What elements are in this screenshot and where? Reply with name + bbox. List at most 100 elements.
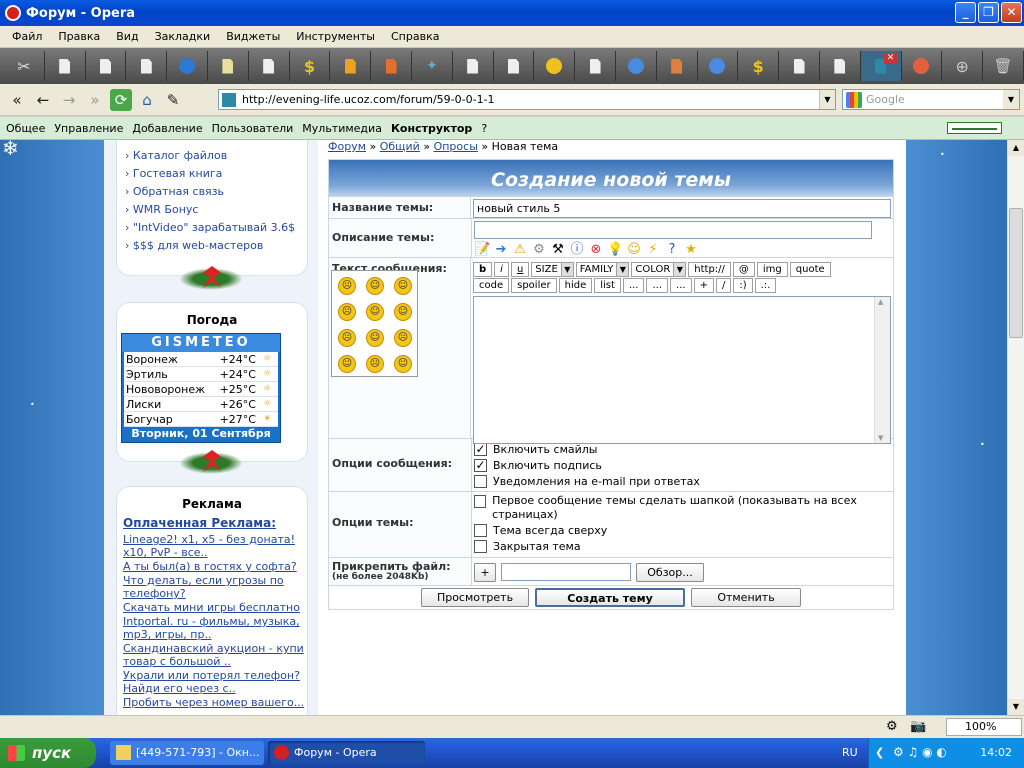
ucoz-menu-add[interactable]: Добавление	[132, 122, 202, 135]
tab[interactable]	[45, 51, 86, 81]
tab[interactable]	[453, 51, 494, 81]
browse-button[interactable]: Обзор...	[636, 562, 704, 582]
sidebar-link[interactable]: WMR Бонус	[125, 201, 307, 219]
close-button[interactable]: ✕	[1001, 2, 1022, 23]
tab[interactable]: $	[290, 51, 331, 81]
close-tab-icon[interactable]: ✕	[883, 53, 898, 64]
tab[interactable]	[575, 51, 616, 81]
taskbar-item[interactable]: [449-571-793] - Окн...	[110, 741, 264, 765]
menu-file[interactable]: Файл	[4, 30, 50, 43]
sidebar-link[interactable]: Обратная связь	[125, 183, 307, 201]
textarea-scrollbar[interactable]	[874, 297, 890, 443]
checkbox-checked[interactable]: ✓	[474, 458, 487, 472]
checkbox-checked[interactable]: ✓	[474, 442, 487, 456]
lifebuoy-icon[interactable]: ⊗	[588, 242, 604, 258]
ad-link[interactable]: Что делать, если угрозы по телефону?	[123, 574, 307, 600]
warning-icon[interactable]: ⚠	[512, 242, 528, 258]
ads-header[interactable]: Оплаченная Реклама:	[123, 517, 307, 530]
menu-help[interactable]: Справка	[383, 30, 447, 43]
tab[interactable]	[657, 51, 698, 81]
ad-link[interactable]: Пробить через номер вашего...	[123, 696, 307, 709]
smiley-surprised-icon[interactable]: ☹	[394, 329, 412, 347]
tab[interactable]	[698, 51, 739, 81]
ad-link[interactable]: Украли или потерял телефон? Найди его че…	[123, 669, 307, 695]
bold-button[interactable]: b	[473, 262, 493, 277]
hammer-icon[interactable]: ⚒	[550, 242, 566, 258]
address-bar[interactable]: http://evening-life.ucoz.com/forum/59-0-…	[218, 89, 836, 110]
more-button[interactable]: ...	[646, 278, 669, 293]
family-select[interactable]: FAMILY ▼	[575, 262, 630, 277]
close-tags-button[interactable]: /	[715, 278, 732, 293]
scroll-down-icon[interactable]: ▼	[1008, 699, 1024, 715]
menu-widgets[interactable]: Виджеты	[218, 30, 288, 43]
pin-first-post-option[interactable]: Первое сообщение темы сделать шапкой (по…	[474, 494, 891, 522]
smiley-dizzy-icon[interactable]: ☹	[366, 355, 384, 373]
breadcrumb-polls[interactable]: Опросы	[434, 140, 478, 153]
search-box[interactable]: Google ▼	[842, 89, 1020, 110]
sidebar-link[interactable]: $$$ для web-мастеров	[125, 237, 307, 255]
rewind-button[interactable]: «	[6, 89, 28, 111]
tab[interactable]	[86, 51, 127, 81]
scroll-up-icon[interactable]: ▲	[1008, 140, 1024, 156]
more-button[interactable]: ...	[670, 278, 692, 293]
list-item-button[interactable]: +	[693, 278, 714, 293]
breadcrumb-forum[interactable]: Форум	[328, 140, 366, 153]
cancel-button[interactable]: Отменить	[691, 588, 801, 607]
message-textarea[interactable]	[473, 296, 891, 444]
menu-view[interactable]: Вид	[108, 30, 146, 43]
quote-button[interactable]: quote	[789, 262, 831, 277]
ucoz-bar-slider[interactable]	[947, 122, 1002, 134]
gismeteo-widget[interactable]: GISMETEO Воронеж +24°C ☼ Эртиль +24°C ☼ Ново…	[121, 333, 281, 443]
note-icon[interactable]: 📝	[474, 242, 490, 258]
lightning-icon[interactable]: ⚡	[645, 242, 661, 258]
spoiler-button[interactable]: spoiler	[511, 278, 557, 293]
smiley-tongue-icon[interactable]: ☺	[338, 355, 356, 373]
ucoz-menu-manage[interactable]: Управление	[54, 122, 123, 135]
back-button[interactable]: ←	[32, 89, 54, 111]
ucoz-menu-multimedia[interactable]: Мультимедиа	[302, 122, 382, 135]
checkbox-unchecked[interactable]	[474, 474, 487, 488]
smiley-icon[interactable]: ☺	[626, 242, 642, 258]
menu-bookmarks[interactable]: Закладки	[147, 30, 219, 43]
tab[interactable]	[371, 51, 412, 81]
checkbox-unchecked[interactable]	[474, 539, 487, 553]
checkbox-unchecked[interactable]	[474, 523, 487, 537]
ad-link[interactable]: Скандинавский аукцион - купи товар с бол…	[123, 642, 307, 668]
translit-button[interactable]: .:.	[754, 278, 777, 293]
ucoz-menu-general[interactable]: Общее	[6, 122, 45, 135]
menu-tools[interactable]: Инструменты	[288, 30, 383, 43]
closed-topic-option[interactable]: Закрытая тема	[474, 538, 891, 554]
url-button[interactable]: http://	[688, 262, 731, 277]
smiles-button[interactable]: :)	[733, 278, 753, 293]
tab[interactable]	[534, 51, 576, 81]
color-select[interactable]: COLOR ▼	[631, 262, 687, 277]
tab[interactable]	[616, 51, 657, 81]
ad-link[interactable]: Lineage2! x1, x5 - без доната! x10, PvP …	[123, 533, 307, 559]
history-dropdown-icon[interactable]: ▼	[819, 90, 835, 109]
tab[interactable]	[820, 51, 861, 81]
italic-button[interactable]: i	[494, 262, 509, 277]
trash-button[interactable]: 🗑	[983, 51, 1024, 81]
question-icon[interactable]: ?	[664, 242, 680, 258]
smiley-neutral-icon[interactable]: ☹	[338, 329, 356, 347]
smiley-happy-icon[interactable]: ☺	[394, 303, 412, 321]
maximize-button[interactable]: ❐	[978, 2, 999, 23]
search-engine-dropdown-icon[interactable]: ▼	[1003, 90, 1019, 109]
tray-icons[interactable]: ⚙ ♫ ◉ ◐	[893, 745, 947, 759]
list-button[interactable]: list	[594, 278, 621, 293]
tools-tab[interactable]: ✂	[4, 51, 45, 81]
create-topic-button[interactable]: Создать тему	[535, 588, 685, 607]
taskbar-item-active[interactable]: Форум - Opera	[268, 741, 425, 765]
ucoz-menu-users[interactable]: Пользователи	[212, 122, 294, 135]
tab[interactable]	[167, 51, 208, 81]
smiley-smirk-icon[interactable]: ☺	[394, 355, 412, 373]
start-button[interactable]: пуск	[0, 738, 96, 768]
tab[interactable]: $	[738, 51, 780, 81]
smiley-wink-icon[interactable]: ☺	[366, 303, 384, 321]
language-indicator[interactable]: RU	[842, 738, 858, 768]
panel-icon[interactable]: ⚙	[886, 719, 898, 734]
home-button[interactable]: ⌂	[136, 89, 158, 111]
preview-button[interactable]: Просмотреть	[421, 588, 529, 607]
file-path-input[interactable]	[501, 563, 631, 581]
tab[interactable]	[249, 51, 290, 81]
